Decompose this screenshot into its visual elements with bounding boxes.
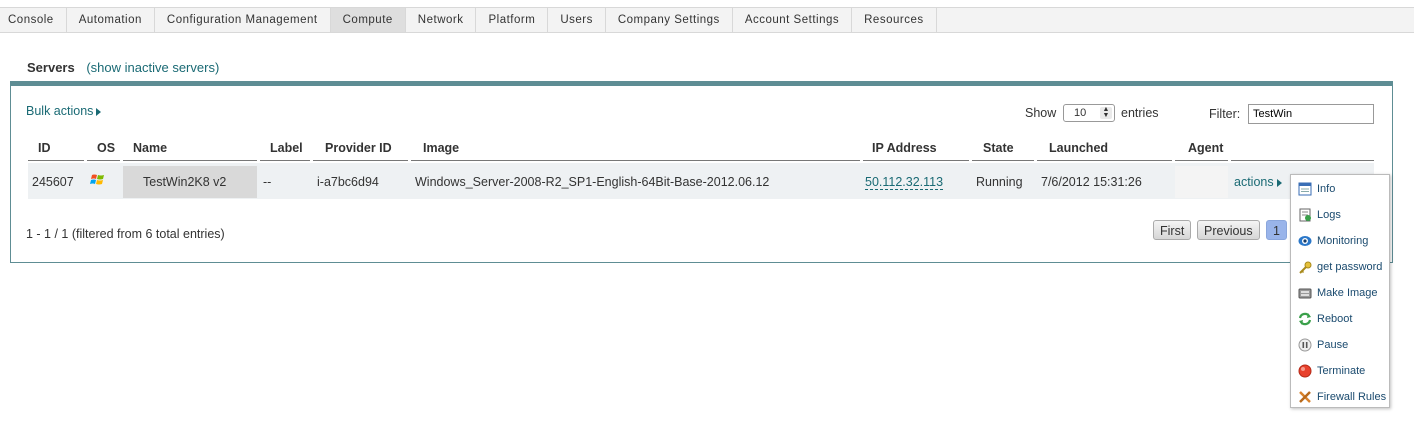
menu-item-make-image[interactable]: Make Image bbox=[1298, 283, 1378, 303]
column-header-label[interactable]: Label bbox=[270, 141, 303, 155]
reboot-icon bbox=[1298, 312, 1312, 326]
column-header-name[interactable]: Name bbox=[133, 141, 167, 155]
tab-automation[interactable]: Automation bbox=[67, 8, 155, 32]
firewall-icon bbox=[1298, 390, 1312, 404]
tab-account-settings[interactable]: Account Settings bbox=[733, 8, 853, 32]
row-actions-label: actions bbox=[1234, 175, 1274, 189]
column-header-image[interactable]: Image bbox=[423, 141, 459, 155]
header-underline-name bbox=[123, 160, 257, 161]
cell-id: 245607 bbox=[32, 175, 74, 189]
up-down-arrows-icon: ▲ ▼ bbox=[1100, 106, 1112, 119]
bulk-actions-button[interactable]: Bulk actions bbox=[26, 104, 102, 118]
header-underline-label bbox=[260, 160, 310, 161]
tab-compute[interactable]: Compute bbox=[330, 8, 406, 32]
menu-item-label: Logs bbox=[1317, 209, 1341, 221]
row-actions-button[interactable]: actions bbox=[1234, 175, 1282, 189]
column-header-state[interactable]: State bbox=[983, 141, 1014, 155]
column-header-id[interactable]: ID bbox=[38, 141, 51, 155]
column-header-os[interactable]: OS bbox=[97, 141, 115, 155]
tab-users[interactable]: Users bbox=[548, 8, 606, 32]
show-label: Show bbox=[1025, 106, 1057, 120]
menu-item-label: Pause bbox=[1317, 339, 1349, 351]
previous-page-button[interactable]: Previous bbox=[1197, 220, 1260, 240]
menu-item-monitoring[interactable]: Monitoring bbox=[1298, 231, 1368, 251]
cell-label: -- bbox=[263, 175, 272, 189]
monitoring-icon bbox=[1298, 234, 1312, 248]
menu-item-label: Terminate bbox=[1317, 365, 1366, 377]
menu-item-info[interactable]: Info bbox=[1298, 179, 1335, 199]
header-underline-agent bbox=[1175, 160, 1228, 161]
header-underline-image bbox=[411, 160, 860, 161]
menu-item-firewall-rules[interactable]: Firewall Rules bbox=[1298, 387, 1386, 407]
menu-item-logs[interactable]: Logs bbox=[1298, 205, 1341, 225]
menu-item-label: Monitoring bbox=[1317, 235, 1369, 247]
page-title: Servers bbox=[27, 60, 75, 75]
show-inactive-servers-link[interactable]: (show inactive servers) bbox=[86, 60, 219, 75]
menu-item-reboot[interactable]: Reboot bbox=[1298, 309, 1352, 329]
column-header-ip-address[interactable]: IP Address bbox=[872, 141, 937, 155]
main-nav: Console Automation Configuration Managem… bbox=[0, 7, 1414, 33]
table-info: 1 - 1 / 1 (filtered from 6 total entries… bbox=[26, 227, 225, 241]
cell-name[interactable]: TestWin2K8 v2 bbox=[143, 175, 226, 189]
tab-configuration-management[interactable]: Configuration Management bbox=[155, 8, 331, 32]
header-underline-state bbox=[972, 160, 1034, 161]
header-underline-launched bbox=[1037, 160, 1172, 161]
cell-state: Running bbox=[976, 175, 1023, 189]
tab-resources[interactable]: Resources bbox=[852, 8, 937, 32]
windows-logo-icon bbox=[90, 172, 106, 191]
header-underline-id bbox=[28, 160, 84, 161]
entries-select[interactable]: 10 ▲ ▼ bbox=[1063, 104, 1115, 122]
agent-cell-background bbox=[1175, 166, 1228, 198]
tab-network[interactable]: Network bbox=[406, 8, 477, 32]
cell-ip-address[interactable]: 50.112.32.113 bbox=[865, 175, 944, 190]
filter-input[interactable] bbox=[1248, 104, 1374, 124]
menu-item-label: Firewall Rules bbox=[1317, 391, 1387, 403]
logs-icon bbox=[1298, 208, 1312, 222]
actions-menu: Info Logs Monitoring get password Make I… bbox=[1290, 174, 1390, 408]
make-image-icon bbox=[1298, 286, 1312, 300]
column-header-agent[interactable]: Agent bbox=[1188, 141, 1223, 155]
entries-label: entries bbox=[1121, 106, 1159, 120]
current-page-button[interactable]: 1 bbox=[1266, 220, 1287, 240]
cell-launched: 7/6/2012 15:31:26 bbox=[1041, 175, 1142, 189]
menu-item-label: Info bbox=[1317, 183, 1336, 195]
terminate-icon bbox=[1298, 364, 1312, 378]
cell-image: Windows_Server-2008-R2_SP1-English-64Bit… bbox=[415, 175, 770, 189]
column-header-launched[interactable]: Launched bbox=[1049, 141, 1108, 155]
column-header-provider-id[interactable]: Provider ID bbox=[325, 141, 392, 155]
header-underline-actions bbox=[1231, 160, 1374, 161]
key-icon bbox=[1298, 260, 1312, 274]
menu-item-terminate[interactable]: Terminate bbox=[1298, 361, 1365, 381]
triangle-right-icon bbox=[96, 107, 102, 116]
tab-console[interactable]: Console bbox=[0, 8, 67, 32]
menu-item-label: Reboot bbox=[1317, 313, 1353, 325]
tab-platform[interactable]: Platform bbox=[476, 8, 549, 32]
filter-label: Filter: bbox=[1209, 107, 1241, 121]
menu-item-pause[interactable]: Pause bbox=[1298, 335, 1348, 355]
ip-address-link[interactable]: 50.112.32.113 bbox=[865, 175, 944, 190]
header-underline-os bbox=[87, 160, 120, 161]
entries-select-value: 10 bbox=[1074, 107, 1087, 119]
header-underline-ip-address bbox=[863, 160, 969, 161]
triangle-right-icon bbox=[1276, 178, 1282, 187]
header-underline-provider-id bbox=[313, 160, 408, 161]
info-icon bbox=[1298, 182, 1312, 196]
menu-item-label: Make Image bbox=[1317, 287, 1378, 299]
menu-item-get-password[interactable]: get password bbox=[1298, 257, 1382, 277]
first-page-button[interactable]: First bbox=[1153, 220, 1192, 240]
cell-provider-id: i-a7bc6d94 bbox=[317, 175, 379, 189]
menu-item-label: get password bbox=[1317, 261, 1383, 273]
pause-icon bbox=[1298, 338, 1312, 352]
tab-company-settings[interactable]: Company Settings bbox=[606, 8, 733, 32]
page-heading: Servers (show inactive servers) bbox=[27, 60, 219, 75]
bulk-actions-label: Bulk actions bbox=[26, 104, 94, 118]
